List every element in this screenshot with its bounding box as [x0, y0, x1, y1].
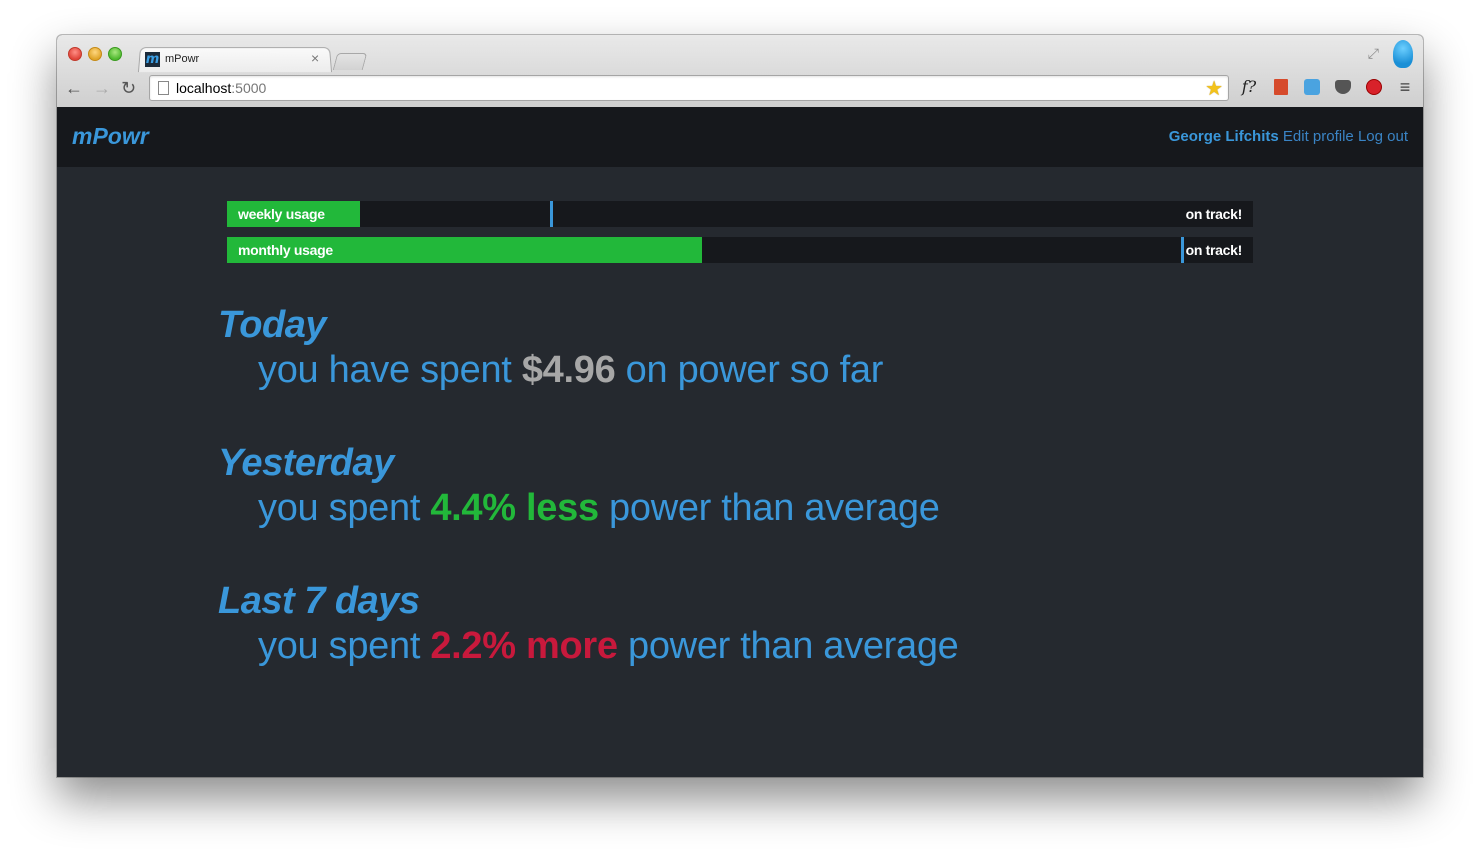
- url-host: localhost: [176, 80, 232, 96]
- today-prefix: you have spent: [258, 349, 522, 391]
- close-window-button[interactable]: [68, 47, 82, 61]
- user-nav: George Lifchits Edit profile Log out: [1169, 128, 1408, 145]
- yesterday-suffix: power than average: [598, 487, 940, 529]
- yesterday-stat: Yesterday you spent 4.4% less power than…: [218, 441, 940, 531]
- browser-window: m mPowr × ⤢ ← → ↻ localhost:5000 ★ f? ≡ …: [57, 35, 1423, 777]
- url-text[interactable]: localhost:5000: [176, 80, 266, 96]
- address-bar[interactable]: localhost:5000 ★: [149, 75, 1229, 101]
- browser-chrome: m mPowr × ⤢ ← → ↻ localhost:5000 ★ f? ≡: [57, 35, 1423, 108]
- today-suffix: on power so far: [615, 349, 884, 391]
- profile-icon[interactable]: [1393, 40, 1413, 68]
- brand-logo[interactable]: mPowr: [72, 123, 149, 150]
- pocket-extension-icon[interactable]: [1333, 77, 1353, 97]
- yesterday-heading: Yesterday: [218, 442, 394, 484]
- last7-suffix: power than average: [617, 625, 959, 667]
- yesterday-comparison: 4.4% less: [430, 487, 599, 529]
- log-out-link[interactable]: Log out: [1358, 128, 1408, 145]
- browser-menu-icon[interactable]: ≡: [1395, 77, 1415, 97]
- today-amount: $4.96: [521, 349, 616, 391]
- last7-stat: Last 7 days you spent 2.2% more power th…: [218, 579, 959, 669]
- edit-profile-link[interactable]: Edit profile: [1283, 128, 1354, 145]
- browser-tab-content[interactable]: m mPowr ×: [145, 49, 325, 71]
- last7-heading: Last 7 days: [218, 580, 420, 622]
- url-port: :5000: [231, 80, 267, 96]
- yesterday-prefix: you spent: [258, 487, 431, 529]
- last7-prefix: you spent: [258, 625, 431, 667]
- font-finder-extension-icon[interactable]: f?: [1239, 77, 1259, 97]
- fullscreen-icon[interactable]: ⤢: [1368, 45, 1379, 62]
- tab-close-icon[interactable]: ×: [311, 50, 319, 66]
- zoom-window-button[interactable]: [108, 47, 122, 61]
- weekly-usage-label: weekly usage: [238, 206, 325, 222]
- weekly-usage-status: on track!: [1185, 206, 1243, 222]
- last7-line: you spent 2.2% more power than average: [258, 623, 959, 669]
- tab-title: mPowr: [165, 53, 200, 65]
- app-navbar: mPowr George Lifchits Edit profile Log o…: [57, 107, 1423, 167]
- monthly-usage-target-marker: [1181, 237, 1185, 263]
- today-line: you have spent $4.96 on power so far: [258, 347, 883, 393]
- monthly-usage-bar: monthly usage on track!: [227, 237, 1253, 263]
- weekly-usage-target-marker: [550, 201, 554, 227]
- new-tab-button[interactable]: [332, 53, 368, 70]
- yesterday-line: you spent 4.4% less power than average: [258, 485, 940, 531]
- last7-comparison: 2.2% more: [430, 625, 618, 667]
- shield-extension-icon[interactable]: [1302, 77, 1322, 97]
- monthly-usage-label: monthly usage: [238, 242, 333, 258]
- reload-icon[interactable]: ↻: [121, 79, 136, 97]
- weekly-usage-bar: weekly usage on track!: [227, 201, 1253, 227]
- monthly-usage-status: on track!: [1185, 242, 1243, 258]
- adblock-extension-icon[interactable]: [1364, 77, 1384, 97]
- user-name-link[interactable]: George Lifchits: [1169, 128, 1279, 145]
- bookmark-extension-icon[interactable]: [1271, 77, 1291, 97]
- today-heading: Today: [218, 304, 327, 346]
- page-icon: [158, 81, 169, 95]
- minimize-window-button[interactable]: [88, 47, 102, 61]
- favicon-icon: m: [145, 52, 160, 67]
- forward-icon[interactable]: →: [93, 79, 111, 97]
- today-stat: Today you have spent $4.96 on power so f…: [218, 303, 883, 393]
- app-page: mPowr George Lifchits Edit profile Log o…: [57, 107, 1423, 777]
- bookmark-star-icon[interactable]: ★: [1205, 76, 1223, 101]
- back-icon[interactable]: ←: [65, 79, 83, 97]
